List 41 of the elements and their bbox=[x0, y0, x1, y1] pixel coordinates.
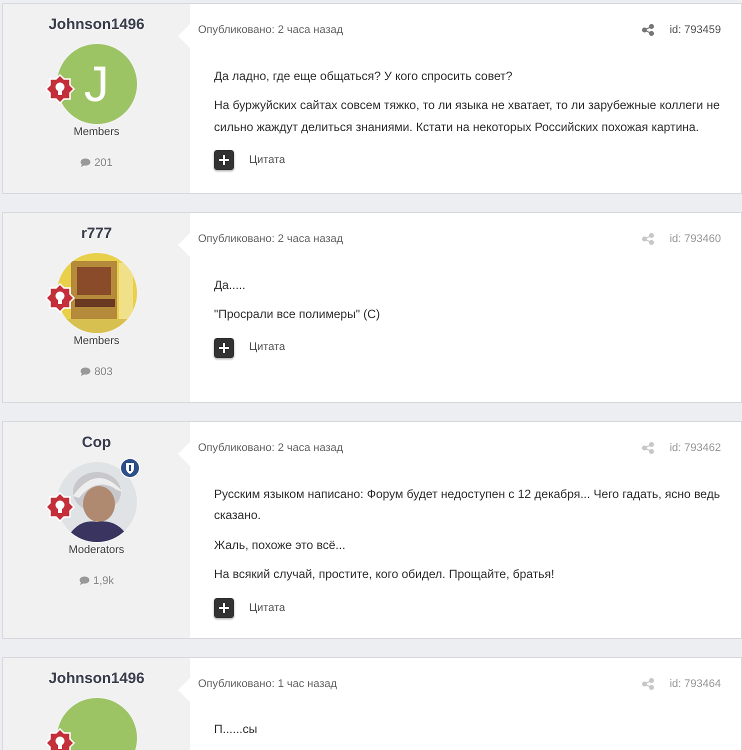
post-date: Опубликовано: 1 час назад bbox=[198, 676, 337, 692]
post-count: 201 bbox=[94, 156, 113, 170]
rank-badge-icon bbox=[44, 283, 74, 313]
post-paragraph: "Просрали все полимеры" (С) bbox=[214, 306, 381, 324]
post-paragraph: П......сы bbox=[214, 721, 258, 738]
post-paragraph: Да..... bbox=[214, 276, 246, 294]
username-link[interactable]: Johnson1496 bbox=[48, 670, 144, 688]
post-date: Опубликовано: 2 часа назад bbox=[198, 441, 344, 456]
user-group: Members bbox=[74, 124, 120, 140]
post-paragraph: На буржуйских сайтах совсем тяжко, то ли языка не хватает, то ли зарубежные коллеги не сильно жаждут делиться знаниями. Кстати на некоторых Российских похожая картина. bbox=[214, 97, 721, 136]
user-group: Moderators bbox=[68, 542, 124, 558]
post-date: Опубликовано: 2 часа назад bbox=[198, 23, 344, 38]
post-paragraph: Жаль, похоже это всё... bbox=[214, 536, 346, 554]
rank-badge-icon bbox=[44, 728, 74, 750]
plus-icon bbox=[219, 342, 229, 353]
post-date: Опубликовано: 2 часа назад bbox=[198, 232, 344, 247]
comment-icon bbox=[80, 367, 92, 376]
post-count: 1,9k bbox=[93, 574, 114, 588]
multiquote-button[interactable] bbox=[214, 598, 234, 618]
post-id-link[interactable]: id: 793459 bbox=[670, 22, 721, 38]
rank-badge-icon bbox=[44, 74, 74, 104]
quote-link[interactable]: Цитата bbox=[249, 600, 286, 616]
multiquote-button[interactable] bbox=[214, 338, 234, 358]
post-paragraph: Да ладно, где еще общаться? У кого спросить совет? bbox=[214, 68, 514, 84]
avatar: J bbox=[56, 44, 136, 124]
share-icon[interactable] bbox=[642, 24, 654, 36]
quote-link[interactable]: Цитата bbox=[249, 339, 286, 356]
comment-icon bbox=[79, 576, 90, 586]
post-paragraph: Русским языком написано: Форум будет недоступен с 12 декабря... Чего гадать, ясно ведь сказано. bbox=[214, 486, 721, 524]
username-link[interactable]: r777 bbox=[81, 225, 112, 243]
rank-badge-icon bbox=[44, 492, 74, 522]
quote-link[interactable]: Цитата bbox=[249, 152, 286, 169]
plus-icon bbox=[219, 155, 229, 166]
multiquote-button[interactable] bbox=[214, 150, 234, 170]
comment-icon bbox=[80, 158, 92, 168]
plus-icon bbox=[219, 602, 229, 613]
post-count: 803 bbox=[94, 364, 113, 380]
username-link[interactable]: Johnson1496 bbox=[48, 16, 144, 34]
post-paragraph: На всякий случай, простите, кого обидел. Прощайте, братья! bbox=[214, 566, 556, 584]
user-group: Members bbox=[74, 333, 120, 350]
username-link[interactable]: Cop bbox=[82, 434, 112, 452]
